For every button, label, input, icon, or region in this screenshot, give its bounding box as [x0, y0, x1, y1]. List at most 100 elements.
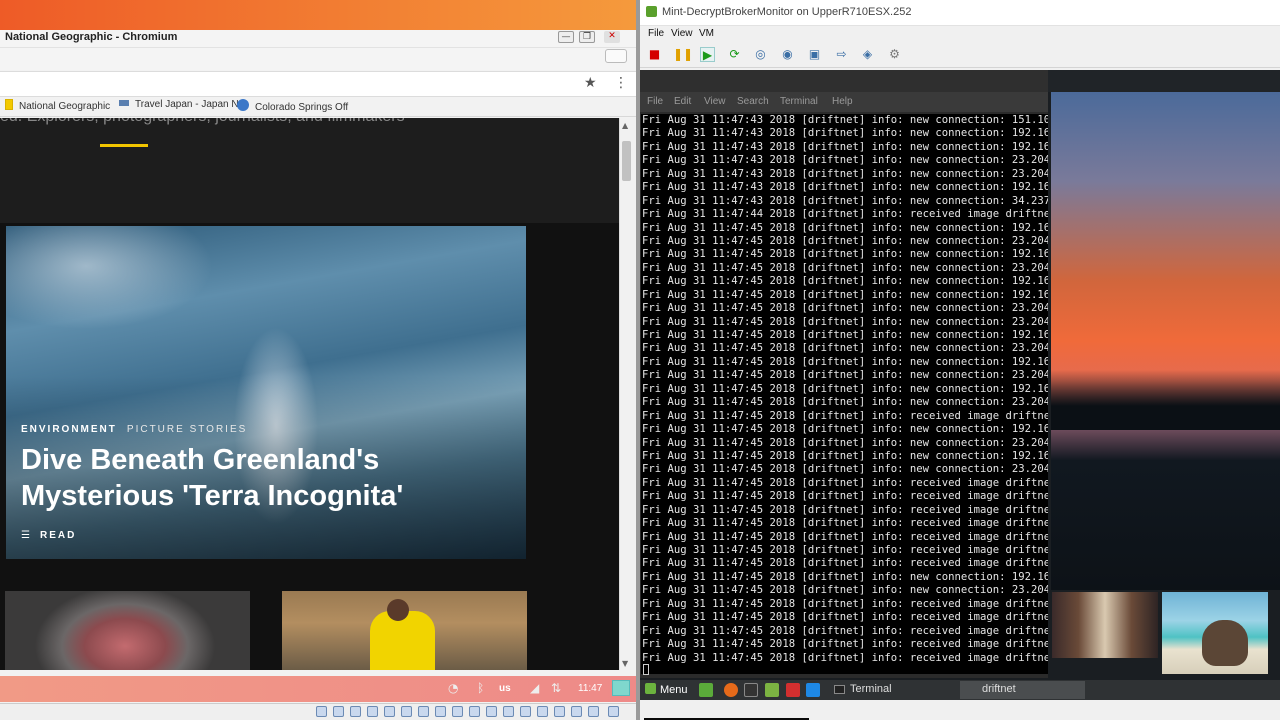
device-icon[interactable] — [554, 706, 565, 717]
terminal-line: Fri Aug 31 11:47:44 2018 [driftnet] info… — [642, 208, 1048, 221]
revert-snapshot-icon[interactable]: ◉ — [780, 47, 795, 62]
devices-icon[interactable]: ◈ — [860, 47, 875, 62]
terminal-line: Fri Aug 31 11:47:45 2018 [driftnet] info… — [642, 476, 1048, 489]
tag-picture-stories[interactable]: PICTURE STORIES — [127, 424, 247, 435]
migrate-icon[interactable]: ⇨ — [834, 47, 849, 62]
device-icon[interactable] — [418, 706, 429, 717]
terminal-menu-terminal[interactable]: Terminal — [780, 96, 818, 107]
profile-icon[interactable] — [605, 49, 627, 63]
hero-title[interactable]: Dive Beneath Greenland's Mysterious 'Ter… — [21, 442, 491, 514]
terminal-titlebar — [640, 70, 1048, 92]
terminal-line: Fri Aug 31 11:47:45 2018 [driftnet] info… — [642, 449, 1048, 462]
terminal-line: Fri Aug 31 11:47:45 2018 [driftnet] info… — [642, 503, 1048, 516]
sunset-ridge-shadow — [1051, 370, 1280, 430]
terminal-menu-view[interactable]: View — [704, 96, 726, 107]
terminal-line: Fri Aug 31 11:47:45 2018 [driftnet] info… — [642, 530, 1048, 543]
page-top-section: ed. Explorers, photographers, journalist… — [0, 118, 619, 223]
transfer-icon[interactable]: ⇅ — [551, 681, 561, 695]
terminal-line: Fri Aug 31 11:47:45 2018 [driftnet] info… — [642, 409, 1048, 422]
device-icon[interactable] — [384, 706, 395, 717]
terminal-menu-file[interactable]: File — [647, 96, 663, 107]
device-icon[interactable] — [435, 706, 446, 717]
minimize-button[interactable]: — — [558, 31, 574, 43]
terminal-line: Fri Aug 31 11:47:45 2018 [driftnet] info… — [642, 342, 1048, 355]
window-title: National Geographic - Chromium — [5, 31, 178, 43]
terminal-line: Fri Aug 31 11:47:45 2018 [driftnet] info… — [642, 221, 1048, 234]
terminal-menu-search[interactable]: Search — [737, 96, 769, 107]
device-icon[interactable] — [608, 706, 619, 717]
read-link[interactable]: ☰ READ — [21, 530, 76, 541]
device-icon[interactable] — [537, 706, 548, 717]
terminal-line: Fri Aug 31 11:47:45 2018 [driftnet] info… — [642, 369, 1048, 382]
device-icon[interactable] — [452, 706, 463, 717]
device-icon[interactable] — [588, 706, 599, 717]
pause-icon[interactable]: ❚❚ — [673, 47, 693, 62]
device-icon[interactable] — [571, 706, 582, 717]
reset-icon[interactable]: ⟳ — [727, 47, 742, 62]
taskbar-terminal[interactable]: Terminal — [832, 681, 952, 699]
menu-file[interactable]: File — [648, 28, 664, 39]
mint-menu-button[interactable]: Menu — [645, 683, 688, 696]
hero-article-card[interactable]: ENVIRONMENT PICTURE STORIES Dive Beneath … — [6, 226, 526, 559]
taskbar-driftnet[interactable]: driftnet — [960, 681, 1085, 699]
network-icon[interactable]: ◢ — [530, 681, 539, 695]
firefox-icon[interactable] — [724, 683, 738, 697]
play-icon[interactable]: ▶ — [700, 47, 715, 62]
natgeo-icon — [5, 99, 13, 110]
bluetooth-icon[interactable]: ᛒ — [477, 681, 484, 695]
sea-lion-shape — [1202, 620, 1248, 666]
device-icon[interactable] — [316, 706, 327, 717]
device-icon[interactable] — [503, 706, 514, 717]
chart-app-icon[interactable] — [806, 683, 820, 697]
device-icon[interactable] — [333, 706, 344, 717]
scrollbar-thumb[interactable] — [622, 141, 631, 181]
guest-panel — [0, 676, 636, 702]
menu-view[interactable]: View — [671, 28, 693, 39]
device-icon[interactable] — [350, 706, 361, 717]
keyboard-layout[interactable]: us — [499, 683, 511, 694]
device-icon[interactable] — [367, 706, 378, 717]
bookmark-national-geographic[interactable]: National Geographic — [5, 99, 110, 112]
terminal-line: Fri Aug 31 11:47:45 2018 [driftnet] info… — [642, 288, 1048, 301]
show-desktop-icon[interactable] — [699, 683, 713, 697]
article-thumbnail-person[interactable] — [282, 591, 527, 670]
files-icon[interactable] — [765, 683, 779, 697]
show-desktop-button[interactable] — [612, 680, 630, 696]
menu-vm[interactable]: VM — [699, 28, 714, 39]
terminal-line: Fri Aug 31 11:47:45 2018 [driftnet] info… — [642, 382, 1048, 395]
terminal-icon — [834, 685, 845, 694]
task-label: Terminal — [850, 683, 892, 695]
terminal-launcher-icon[interactable] — [744, 683, 758, 697]
clock[interactable]: 11:47 — [578, 683, 602, 694]
bookmark-travel-japan[interactable]: Travel Japan - Japan N — [119, 99, 239, 110]
terminal-line: Fri Aug 31 11:47:45 2018 [driftnet] info… — [642, 584, 1048, 597]
update-icon[interactable]: ◔ — [448, 681, 458, 695]
terminal-menu-edit[interactable]: Edit — [674, 96, 691, 107]
settings-icon[interactable]: ⚙ — [887, 47, 902, 62]
scroll-down-arrow-icon[interactable]: ▼ — [622, 659, 628, 668]
bookmark-star-icon[interactable]: ★ — [584, 75, 597, 91]
tag-environment[interactable]: ENVIRONMENT — [21, 424, 117, 435]
scroll-up-arrow-icon[interactable]: ▲ — [622, 121, 628, 130]
address-bar[interactable]: ★ ⋮ — [0, 71, 636, 97]
terminal-menu-help[interactable]: Help — [832, 96, 853, 107]
app-launcher-icon[interactable] — [786, 683, 800, 697]
snapshot-icon[interactable]: ◎ — [753, 47, 768, 62]
snapshot-manager-icon[interactable]: ▣ — [807, 47, 822, 62]
device-icon[interactable] — [486, 706, 497, 717]
maximize-button[interactable]: ❐ — [579, 31, 595, 43]
terminal-line: Fri Aug 31 11:47:45 2018 [driftnet] info… — [642, 355, 1048, 368]
article-thumbnail-monkey[interactable] — [5, 591, 250, 670]
colorado-icon — [237, 99, 249, 111]
terminal-line: Fri Aug 31 11:47:45 2018 [driftnet] info… — [642, 463, 1048, 476]
stop-icon[interactable]: ■ — [647, 47, 662, 62]
device-icon[interactable] — [401, 706, 412, 717]
device-icon[interactable] — [520, 706, 531, 717]
chrome-menu-icon[interactable]: ⋮ — [614, 75, 628, 91]
device-icon[interactable] — [469, 706, 480, 717]
hero-tags: ENVIRONMENT PICTURE STORIES — [21, 424, 247, 435]
bookmark-colorado-springs[interactable]: Colorado Springs Off — [237, 99, 348, 113]
terminal-output[interactable]: Fri Aug 31 11:47:43 2018 [driftnet] info… — [641, 114, 1048, 674]
close-button[interactable]: ✕ — [604, 31, 620, 43]
page-scrollbar[interactable] — [619, 118, 636, 670]
